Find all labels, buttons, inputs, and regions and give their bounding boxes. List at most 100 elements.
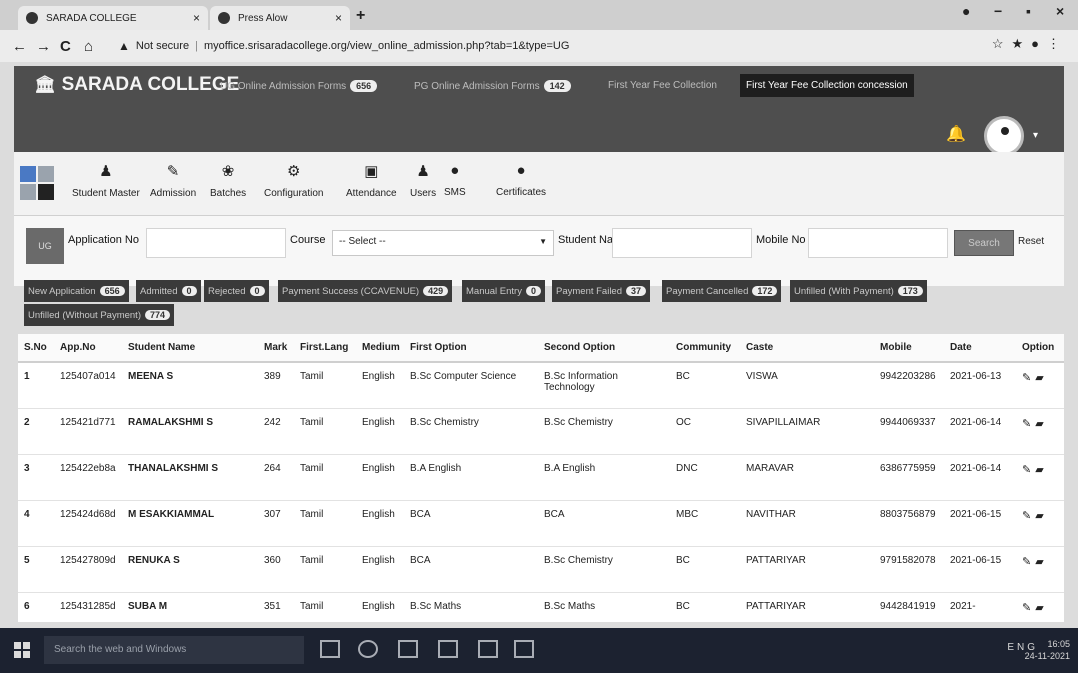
- folder-icon[interactable]: ▰: [1035, 556, 1047, 568]
- forward-icon[interactable]: →: [36, 38, 51, 55]
- close-tab-icon[interactable]: ×: [335, 11, 342, 25]
- browser-tab-press[interactable]: Press Alow ×: [210, 6, 350, 30]
- cell-mark: 242: [258, 408, 294, 455]
- tool-label: Users: [410, 188, 437, 199]
- browser-extension-icons[interactable]: ☆★●⋮: [992, 36, 1068, 52]
- tool-certificates[interactable]: ● Certificates: [496, 162, 546, 198]
- column-header[interactable]: Second Option: [538, 334, 670, 363]
- cell-medium: English: [356, 408, 404, 455]
- folder-icon[interactable]: ▰: [1035, 418, 1047, 430]
- column-header[interactable]: Medium: [356, 334, 404, 363]
- column-header[interactable]: Student Name: [122, 334, 258, 363]
- tab-unfilled-with-payment[interactable]: Unfilled (With Payment) 173: [790, 280, 927, 302]
- edit-icon[interactable]: ✎: [1022, 418, 1035, 430]
- store-icon[interactable]: [438, 640, 458, 658]
- app-icon[interactable]: [514, 640, 534, 658]
- minimize-icon[interactable]: −: [994, 3, 1002, 19]
- tab-unfilled-without-payment[interactable]: Unfilled (Without Payment) 774: [24, 304, 175, 326]
- edit-icon[interactable]: ✎: [1022, 602, 1035, 614]
- column-header[interactable]: Community: [670, 334, 740, 363]
- close-window-icon[interactable]: ×: [1056, 3, 1064, 19]
- tab-payment-failed[interactable]: Payment Failed 37: [552, 280, 651, 302]
- browser-tab-sarada[interactable]: SARADA COLLEGE ×: [18, 6, 208, 30]
- reset-button[interactable]: Reset: [1018, 236, 1044, 247]
- maximize-icon[interactable]: ▪: [1026, 3, 1031, 19]
- reload-icon[interactable]: C: [60, 38, 71, 55]
- course-select[interactable]: -- Select -- ▼: [332, 230, 554, 256]
- column-header[interactable]: Date: [944, 334, 1016, 363]
- folder-icon[interactable]: ▰: [1035, 372, 1047, 384]
- nav-pg-admission[interactable]: PG Online Admission Forms 142: [414, 80, 571, 92]
- cell-date: 2021-06-15: [944, 500, 1016, 547]
- nav-fee-collection[interactable]: First Year Fee Collection: [608, 80, 717, 91]
- folder-icon[interactable]: ▰: [1035, 602, 1047, 614]
- tool-student-master[interactable]: ♟ Student Master: [72, 162, 140, 199]
- tab-label: Unfilled (With Payment): [794, 285, 894, 297]
- clipboard-icon: ▣: [364, 163, 379, 180]
- task-view-icon[interactable]: [320, 640, 340, 658]
- windows-start-icon[interactable]: [14, 642, 30, 658]
- cell-mobile: 8803756879: [874, 500, 944, 547]
- folder-icon[interactable]: ▰: [1035, 510, 1047, 522]
- avatar[interactable]: [984, 116, 1024, 156]
- tab-rejected[interactable]: Rejected 0: [204, 280, 269, 302]
- count-badge: 173: [897, 286, 923, 296]
- brand-title: SARADA COLLEGE: [61, 74, 240, 95]
- cell-first-option: B.Sc Maths: [404, 592, 538, 622]
- tool-sms[interactable]: ● SMS: [444, 162, 466, 198]
- edit-icon[interactable]: ✎: [1022, 464, 1035, 476]
- home-icon[interactable]: ⌂: [84, 38, 93, 55]
- tool-attendance[interactable]: ▣ Attendance: [346, 162, 397, 199]
- nav-fee-concession[interactable]: First Year Fee Collection concession: [740, 74, 914, 97]
- clock[interactable]: 16:05 24-11-2021: [1025, 638, 1070, 662]
- file-explorer-icon[interactable]: [398, 640, 418, 658]
- search-button[interactable]: Search: [954, 230, 1014, 256]
- tab-label: Payment Success (CCAVENUE): [282, 285, 420, 297]
- column-header[interactable]: First.Lang: [294, 334, 356, 363]
- tab-payment-cancelled[interactable]: Payment Cancelled 172: [662, 280, 782, 302]
- module-toolbar: ♟ Student Master ✎ Admission ❀ Batches ⚙…: [14, 152, 1064, 216]
- chrome-icon[interactable]: [358, 640, 378, 658]
- nav-ug-admission[interactable]: UG Online Admission Forms 656: [220, 80, 378, 92]
- folder-icon[interactable]: ▰: [1035, 464, 1047, 476]
- column-header[interactable]: First Option: [404, 334, 538, 363]
- tab-payment-success[interactable]: Payment Success (CCAVENUE) 429: [278, 280, 453, 302]
- tool-users[interactable]: ♟ Users: [410, 162, 436, 199]
- back-icon[interactable]: ←: [12, 38, 27, 55]
- tool-configuration[interactable]: ⚙ Configuration: [264, 162, 323, 199]
- mobile-no-input[interactable]: [808, 228, 948, 258]
- column-header[interactable]: App.No: [54, 334, 122, 363]
- tab-admitted[interactable]: Admitted 0: [136, 280, 201, 302]
- bell-icon[interactable]: 🔔: [946, 124, 966, 144]
- edit-icon[interactable]: ✎: [1022, 556, 1035, 568]
- cell-medium: English: [356, 362, 404, 409]
- column-header[interactable]: Mobile: [874, 334, 944, 363]
- count-badge: 0: [181, 286, 197, 296]
- new-tab-icon[interactable]: +: [356, 7, 365, 25]
- column-header[interactable]: S.No: [18, 334, 54, 363]
- taskbar-search[interactable]: Search the web and Windows: [44, 636, 304, 664]
- cell-sno: 4: [18, 500, 54, 547]
- column-header[interactable]: Mark: [258, 334, 294, 363]
- cell-medium: English: [356, 500, 404, 547]
- url-field[interactable]: ▲ Not secure | myoffice.srisaradacollege…: [118, 34, 968, 58]
- edit-icon[interactable]: ✎: [1022, 510, 1035, 522]
- apps-grid-icon[interactable]: [20, 166, 54, 200]
- cell-lang: Tamil: [294, 408, 356, 455]
- tool-batches[interactable]: ❀ Batches: [210, 162, 246, 199]
- tab-manual-entry[interactable]: Manual Entry 0: [462, 280, 545, 302]
- tool-admission[interactable]: ✎ Admission: [150, 162, 196, 199]
- tab-new-application[interactable]: New Application 656: [24, 280, 129, 302]
- student-name-input[interactable]: [612, 228, 752, 258]
- brand-logo[interactable]: 🏛 SARADA COLLEGE: [34, 74, 239, 96]
- edit-icon[interactable]: ✎: [1022, 372, 1035, 384]
- mobile-no-label: Mobile No: [756, 234, 806, 246]
- table-row: 6 125431285d SUBA M 351 Tamil English B.…: [18, 592, 1064, 622]
- app-icon[interactable]: [478, 640, 498, 658]
- tab-label: New Application: [28, 285, 96, 297]
- ug-toggle[interactable]: UG: [26, 228, 64, 264]
- application-no-input[interactable]: [146, 228, 286, 258]
- chevron-down-icon[interactable]: ▾: [1033, 130, 1038, 141]
- column-header[interactable]: Caste: [740, 334, 874, 363]
- close-tab-icon[interactable]: ×: [193, 11, 200, 25]
